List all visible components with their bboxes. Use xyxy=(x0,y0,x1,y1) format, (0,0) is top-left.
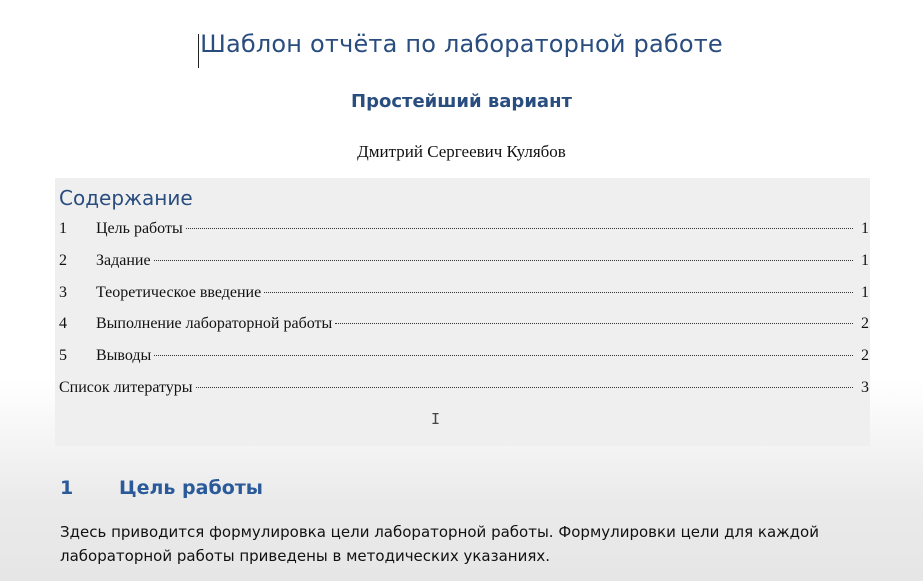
toc-leader xyxy=(264,292,853,293)
table-of-contents[interactable]: Содержание 1 Цель работы 1 2 Задание 1 3… xyxy=(55,178,870,446)
section-title: Цель работы xyxy=(119,477,263,499)
text-cursor-icon: I xyxy=(431,410,441,428)
toc-entry-page: 1 xyxy=(861,220,869,237)
toc-entry[interactable]: 5 Выводы 2 xyxy=(59,347,869,369)
toc-leader xyxy=(154,355,853,356)
toc-entry[interactable]: 1 Цель работы 1 xyxy=(59,220,869,242)
toc-entry-number: 5 xyxy=(59,347,67,364)
toc-entry-label[interactable]: Цель работы xyxy=(96,220,183,238)
toc-leader xyxy=(195,387,853,388)
toc-leader xyxy=(335,323,853,324)
document-author[interactable]: Дмитрий Сергеевич Кулябов xyxy=(0,142,923,162)
section-heading[interactable]: 1 Цель работы xyxy=(60,477,263,499)
toc-entry-label[interactable]: Теоретическое введение xyxy=(96,284,261,302)
toc-leader xyxy=(185,228,853,229)
toc-entry-page: 1 xyxy=(861,284,869,301)
toc-entry-label[interactable]: Задание xyxy=(96,252,151,270)
toc-entry[interactable]: 3 Теоретическое введение 1 xyxy=(59,284,869,306)
document-subtitle[interactable]: Простейший вариант xyxy=(0,91,923,112)
toc-entry-number: 3 xyxy=(59,284,67,301)
toc-entry-label[interactable]: Выводы xyxy=(96,347,151,365)
toc-entry-page: 2 xyxy=(861,315,869,332)
toc-entry-page: 3 xyxy=(861,379,869,396)
toc-entry[interactable]: 4 Выполнение лабораторной работы 2 xyxy=(59,315,869,337)
section-number: 1 xyxy=(60,477,74,499)
toc-entry-label[interactable]: Выполнение лабораторной работы xyxy=(96,315,332,333)
toc-heading[interactable]: Содержание xyxy=(59,186,193,210)
toc-entry[interactable]: 2 Задание 1 xyxy=(59,252,869,274)
toc-entry-page: 2 xyxy=(861,347,869,364)
document-page[interactable]: Шаблон отчёта по лабораторной работе Про… xyxy=(0,0,923,581)
toc-entry-number: 4 xyxy=(59,315,67,332)
document-title[interactable]: Шаблон отчёта по лабораторной работе xyxy=(0,30,923,58)
toc-leader xyxy=(153,260,853,261)
toc-entry-number: 1 xyxy=(59,220,67,237)
section-body-text[interactable]: Здесь приводится формулировка цели лабор… xyxy=(60,520,880,568)
toc-entry-label[interactable]: Список литературы xyxy=(59,379,193,397)
toc-entry-bibliography[interactable]: Список литературы 3 xyxy=(59,379,869,401)
toc-entry-page: 1 xyxy=(861,252,869,269)
toc-entry-number: 2 xyxy=(59,252,67,269)
